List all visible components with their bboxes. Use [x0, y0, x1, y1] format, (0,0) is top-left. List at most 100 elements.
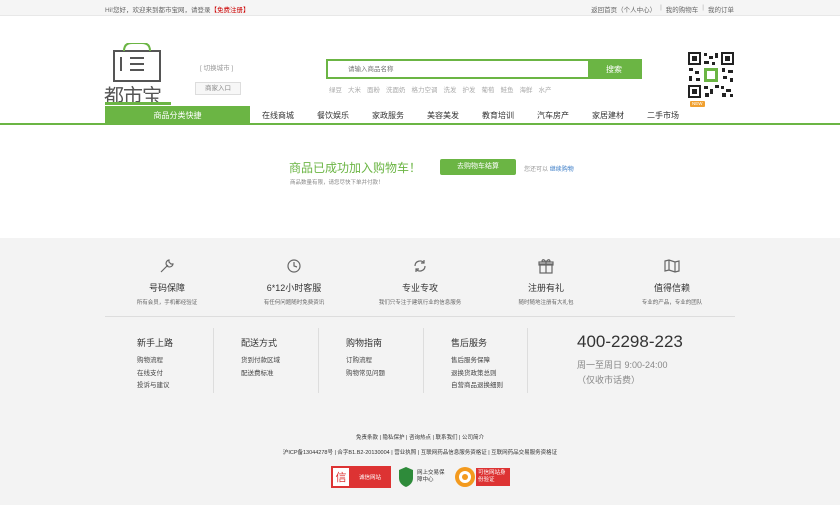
footer-link[interactable]: 免责条款	[356, 435, 378, 441]
service-title: 值得信赖	[653, 283, 690, 293]
welcome-message: Hi!您好，欢迎来到都市宝网，请登录	[105, 7, 211, 14]
success-note: 商品数量有限，请您尽快下单并付款！	[290, 180, 384, 186]
search-button[interactable]: 搜索	[588, 61, 640, 77]
header: 都市宝 [ 切换城市 ] 商家入口 搜索 绿豆大米面粉洗面奶格力空调洗发护发葡萄…	[0, 16, 840, 108]
service-item-customer-service: 6*12小时客服 有任何问题随时免费资讯	[234, 256, 354, 306]
merchant-entry-button[interactable]: 商家入口	[195, 82, 241, 95]
service-title: 6*12小时客服	[266, 283, 322, 293]
hot-keyword[interactable]: 鲑鱼	[501, 84, 514, 94]
help-column-title: 购物指南	[346, 338, 383, 348]
service-desc: 我们只专注于建筑行业的信息服务	[378, 300, 462, 306]
service-item-number-guarantee: 号码保障 所有会员，手机都经验证	[107, 256, 227, 306]
service-desc: 专业的产品，专业的团队	[641, 300, 703, 306]
success-message: 商品已成功加入购物车！	[289, 161, 422, 175]
badge-trusted-site[interactable]: 可信网站身份验证	[454, 466, 510, 488]
category-menu-button[interactable]: 商品分类快捷	[105, 106, 250, 125]
help-link[interactable]: 在线支付	[137, 368, 173, 381]
hot-keyword[interactable]: 海鲜	[520, 84, 533, 94]
service-desc: 所有会员，手机都经验证	[136, 300, 198, 306]
help-link[interactable]: 购物流程	[137, 355, 173, 368]
search-input[interactable]	[328, 61, 588, 77]
top-links: 返回首页（个人中心） | 我的购物车 | 我的订单	[591, 4, 734, 14]
logo-underline	[105, 102, 171, 105]
help-link[interactable]: 货到付款区域	[241, 355, 280, 368]
trust-badges: 信 诚信网站 网上交易保障中心 可信网站身份验证	[331, 466, 510, 488]
help-column-title: 新手上路	[137, 338, 174, 348]
qr-code-icon	[687, 51, 735, 99]
icp-info: 沪ICP备13044278号 | 合字B1.B2-20130004 | 营业执照…	[282, 450, 558, 456]
welcome-text: Hi!您好，欢迎来到都市宝网，请登录【免费注册】	[105, 4, 249, 14]
hot-keyword[interactable]: 大米	[348, 84, 361, 94]
search-box: 搜索	[326, 59, 642, 79]
nav-items: 在线商城 餐饮娱乐 家政服务 美容美发 教育培训 汽车房产 家居建材 二手市场	[262, 106, 702, 125]
hotline-number: 400-2298-223	[577, 332, 683, 351]
main-nav: 商品分类快捷 在线商城 餐饮娱乐 家政服务 美容美发 教育培训 汽车房产 家居建…	[0, 101, 840, 125]
help-column-newbie: 新手上路 购物流程 在线支付 投诉与建议	[137, 336, 173, 393]
help-link[interactable]: 自营商品退换细则	[451, 380, 503, 393]
nav-item-auto-realestate[interactable]: 汽车房产	[537, 110, 569, 121]
badge-integrity-site[interactable]: 信 诚信网站	[331, 466, 391, 488]
hot-keyword[interactable]: 洗面奶	[386, 84, 406, 94]
help-link[interactable]: 配送费标准	[241, 368, 280, 381]
help-link[interactable]: 投诉与建议	[137, 380, 173, 393]
city-switch[interactable]: [ 切换城市 ]	[200, 62, 233, 72]
nav-item-education[interactable]: 教育培训	[482, 110, 514, 121]
service-title: 专业专攻	[401, 283, 438, 293]
refresh-icon	[360, 256, 480, 276]
help-column-after-sales: 售后服务 售后服务保障 退换货政策总则 自营商品退换细则	[451, 336, 503, 393]
help-link[interactable]: 订购流程	[346, 355, 385, 368]
map-icon	[612, 256, 732, 276]
hot-keyword[interactable]: 洗发	[444, 84, 457, 94]
hot-keyword[interactable]: 水产	[539, 84, 552, 94]
hotline-hours: 周一至周日 9:00-24:00 （仅收市话费）	[577, 360, 668, 385]
nav-item-beauty[interactable]: 美容美发	[427, 110, 459, 121]
service-item-specialized: 专业专攻 我们只专注于建筑行业的信息服务	[360, 256, 480, 306]
register-link[interactable]: 【免费注册】	[210, 7, 249, 14]
hot-keyword[interactable]: 面粉	[367, 84, 380, 94]
svg-text:信: 信	[336, 471, 347, 484]
footer-links: 免责条款 | 隐私保护 | 咨询热点 | 联系我们 | 公司简介	[355, 435, 485, 441]
nav-item-housekeeping[interactable]: 家政服务	[372, 110, 404, 121]
help-link[interactable]: 购物常见问题	[346, 368, 385, 381]
help-link[interactable]: 退换货政策总则	[451, 368, 503, 381]
gift-icon	[486, 256, 606, 276]
service-title: 注册有礼	[527, 283, 564, 293]
new-badge: NEW	[690, 101, 705, 107]
continue-shopping: 您还可以 继续购物	[524, 167, 574, 173]
trusted-badge-icon	[455, 467, 475, 487]
home-link[interactable]: 返回首页（个人中心）	[591, 4, 656, 14]
nav-item-dining[interactable]: 餐饮娱乐	[317, 110, 349, 121]
hot-keywords: 绿豆 大米 面粉 洗面奶 格力空调 洗发 护发 葡萄 鲑鱼 海鲜 水产	[329, 84, 552, 94]
continue-shopping-link[interactable]: 继续购物	[550, 167, 574, 173]
help-column-delivery: 配送方式 货到付款区域 配送费标准	[241, 336, 280, 380]
service-item-trustworthy: 值得信赖 专业的产品，专业的团队	[612, 256, 732, 306]
badge-trade-center[interactable]: 网上交易保障中心	[398, 466, 445, 488]
hot-keyword[interactable]: 葡萄	[482, 84, 495, 94]
nav-item-online-mall[interactable]: 在线商城	[262, 110, 294, 121]
service-desc: 有任何问题随时免费资讯	[263, 300, 325, 306]
service-item-register-gift: 注册有礼 随时随地注册有大礼包	[486, 256, 606, 306]
top-bar: Hi!您好，欢迎来到都市宝网，请登录【免费注册】 返回首页（个人中心） | 我的…	[0, 0, 840, 16]
hot-keyword[interactable]: 绿豆	[329, 84, 342, 94]
orders-link[interactable]: 我的订单	[708, 4, 734, 14]
logo-icon[interactable]	[104, 43, 170, 83]
cart-link[interactable]: 我的购物车	[666, 4, 699, 14]
nav-item-second-hand[interactable]: 二手市场	[647, 110, 679, 121]
clock-icon	[234, 256, 354, 276]
wrench-icon	[107, 256, 227, 276]
hot-keyword[interactable]: 格力空调	[412, 84, 438, 94]
footer-link[interactable]: 公司简介	[462, 435, 484, 441]
footer-link[interactable]: 联系我们	[436, 435, 458, 441]
hot-keyword[interactable]: 护发	[463, 84, 476, 94]
footer-link[interactable]: 咨询热点	[409, 435, 431, 441]
checkout-button[interactable]: 去购物车结算	[440, 159, 516, 175]
footer-link[interactable]: 隐私保护	[382, 435, 404, 441]
footer: 号码保障 所有会员，手机都经验证 6*12小时客服 有任何问题随时免费资讯 专业…	[0, 238, 840, 505]
shield-icon	[399, 467, 413, 487]
footer-divider	[105, 316, 735, 317]
help-link[interactable]: 售后服务保障	[451, 355, 503, 368]
help-column-title: 配送方式	[241, 338, 278, 348]
help-column-guide: 购物指南 订购流程 购物常见问题	[346, 336, 385, 380]
help-column-title: 售后服务	[451, 338, 488, 348]
nav-item-home-building[interactable]: 家居建材	[592, 110, 624, 121]
